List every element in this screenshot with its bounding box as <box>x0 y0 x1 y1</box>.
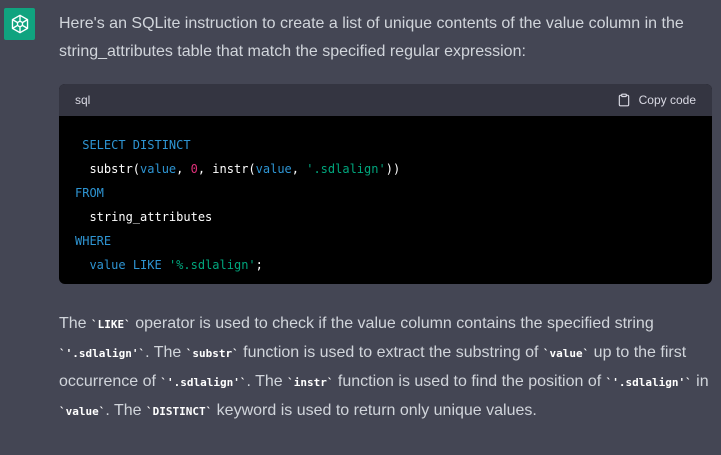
inline-code: `instr` <box>287 376 334 389</box>
inline-code: `'.sdlalign'` <box>605 376 692 389</box>
code-token: , <box>176 162 191 176</box>
code-token: LIKE <box>132 258 162 272</box>
inline-code: `value` <box>59 405 106 418</box>
copy-code-button[interactable]: Copy code <box>617 93 696 107</box>
inline-code: `substr` <box>185 347 239 360</box>
code-content[interactable]: SELECT DISTINCT substr(value, 0, instr(v… <box>59 116 712 284</box>
code-token: '.sdlalign' <box>306 162 386 176</box>
assistant-message: Here's an SQLite instruction to create a… <box>59 10 713 426</box>
code-token: , <box>291 162 307 176</box>
explanation-segment: function is used to extract the substrin… <box>238 344 543 361</box>
code-token: '%.sdlalign' <box>168 258 256 272</box>
explanation-segment: function is used to find the position of <box>333 373 606 390</box>
explanation-segment: . The <box>145 344 186 361</box>
explanation-text: The `LIKE` operator is used to check if … <box>59 310 713 426</box>
clipboard-icon <box>618 93 629 107</box>
explanation-segment: . The <box>105 402 146 419</box>
code-token: FROM <box>75 186 104 200</box>
code-token: WHERE <box>75 234 112 248</box>
inline-code: `'.sdlalign'` <box>160 376 247 389</box>
code-token: instr( <box>212 162 256 176</box>
code-token: )) <box>385 162 401 176</box>
code-token: 0 <box>190 162 198 176</box>
code-header: sql Copy code <box>59 84 712 116</box>
code-token: SELECT DISTINCT <box>82 138 191 152</box>
code-token: , <box>197 162 213 176</box>
inline-code: `DISTINCT` <box>145 405 213 418</box>
copy-code-label: Copy code <box>638 93 696 107</box>
code-token: value <box>140 162 177 176</box>
code-token: string_attributes <box>89 210 213 224</box>
assistant-avatar <box>4 8 35 40</box>
intro-text: Here's an SQLite instruction to create a… <box>59 15 684 60</box>
inline-code: `'.sdlalign'` <box>59 347 146 360</box>
code-block: sql Copy code SELECT DISTINCT substr(val… <box>59 84 712 284</box>
explanation-segment: keyword is used to return only unique va… <box>212 402 537 419</box>
explanation-segment: . The <box>246 373 288 390</box>
code-token: value <box>255 162 292 176</box>
code-language-label: sql <box>75 93 91 107</box>
code-token: substr( <box>89 162 141 176</box>
explanation-segment: in <box>691 373 709 390</box>
code-token: value <box>89 258 126 272</box>
openai-logo-icon <box>11 14 28 34</box>
explanation-segment: operator is used to check if the value c… <box>130 315 654 332</box>
inline-code: `value` <box>542 347 590 360</box>
explanation-segment: The <box>59 315 92 332</box>
inline-code: `LIKE` <box>91 318 131 331</box>
code-token: ; <box>255 258 263 272</box>
